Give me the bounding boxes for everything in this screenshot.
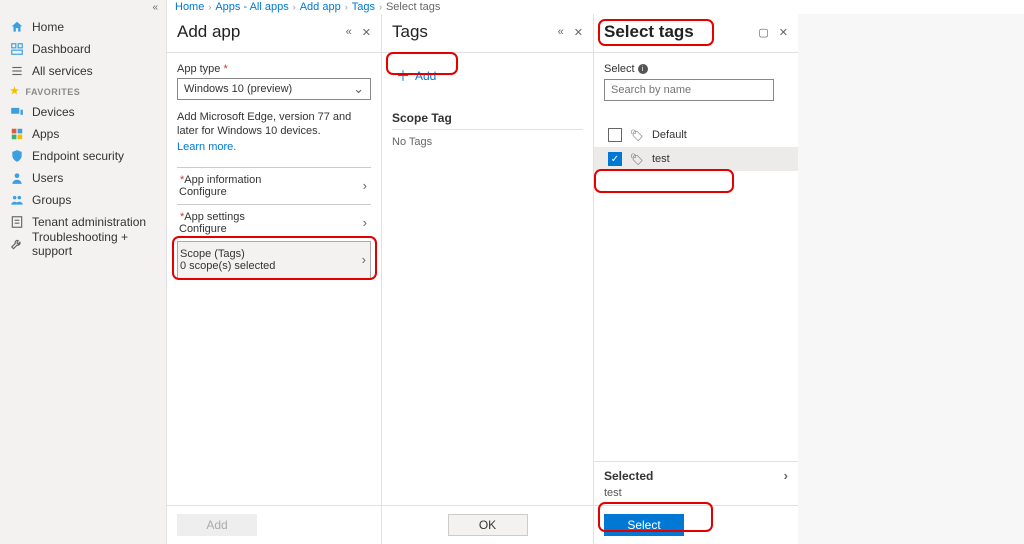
- blade-select-tags: Select tags ▢ ✕ Select i: [594, 14, 798, 544]
- tag-row-default[interactable]: 🏷 Default: [604, 123, 788, 147]
- content-area: Home › Apps - All apps › Add app › Tags › Se…: [167, 0, 1024, 544]
- sidebar-item-users[interactable]: Users: [0, 167, 166, 189]
- learn-more-link[interactable]: Learn more.: [177, 141, 371, 153]
- breadcrumb-link[interactable]: Add app: [300, 1, 341, 13]
- breadcrumb-current: Select tags: [386, 1, 440, 13]
- blade-tags: Tags « ✕ ＋ Add Scope Tag No Tags: [382, 14, 594, 544]
- blade-collapse[interactable]: «: [346, 26, 352, 39]
- close-icon[interactable]: ✕: [362, 26, 371, 39]
- star-icon: ★: [10, 86, 19, 97]
- sidebar-item-label: All services: [32, 64, 93, 78]
- tag-icon: 🏷: [630, 129, 644, 142]
- dashboard-icon: [10, 42, 24, 56]
- selected-value: test: [604, 487, 788, 499]
- sidebar-item-label: Users: [32, 171, 63, 185]
- sidebar-item-label: Groups: [32, 193, 71, 207]
- sidebar: « Home Dashboard All services ★ FAVORITE…: [0, 0, 167, 544]
- blade-title: Add app: [177, 22, 240, 42]
- blade-title: Tags: [392, 22, 428, 42]
- tag-icon: 🏷: [630, 153, 644, 166]
- blade-add-app: Add app « ✕ App type * Windows 10 (previ…: [167, 14, 382, 544]
- plus-icon: ＋: [396, 66, 410, 86]
- ok-button[interactable]: OK: [448, 514, 528, 536]
- chevron-right-icon: ›: [345, 2, 348, 12]
- shield-icon: [10, 149, 24, 163]
- scope-tag-header: Scope Tag: [392, 111, 583, 130]
- chevron-right-icon: ›: [362, 252, 366, 267]
- favorites-header: ★ FAVORITES: [0, 82, 166, 101]
- sidebar-item-label: Troubleshooting + support: [32, 230, 166, 258]
- select-button[interactable]: Select: [604, 514, 684, 536]
- chevron-right-icon: ›: [379, 2, 382, 12]
- sidebar-item-label: Tenant administration: [32, 215, 146, 229]
- sidebar-item-apps[interactable]: Apps: [0, 123, 166, 145]
- maximize-icon[interactable]: ▢: [758, 26, 768, 39]
- select-label: Select i: [604, 63, 788, 75]
- add-button[interactable]: Add: [177, 514, 257, 536]
- sidebar-item-label: Home: [32, 20, 64, 34]
- app-type-dropdown[interactable]: Windows 10 (preview) ⌄: [177, 78, 371, 100]
- sidebar-item-label: Endpoint security: [32, 149, 124, 163]
- info-icon[interactable]: i: [638, 64, 648, 74]
- add-tag-link[interactable]: ＋ Add: [392, 63, 583, 89]
- blade-collapse[interactable]: «: [558, 26, 564, 39]
- no-tags-text: No Tags: [392, 130, 583, 148]
- sidebar-item-troubleshoot[interactable]: Troubleshooting + support: [0, 233, 166, 255]
- section-app-information[interactable]: *App information Configure ›: [177, 167, 371, 204]
- chevron-right-icon: ›: [293, 2, 296, 12]
- chevron-right-icon: ›: [363, 178, 367, 193]
- group-icon: [10, 193, 24, 207]
- sidebar-item-groups[interactable]: Groups: [0, 189, 166, 211]
- section-scope-tags[interactable]: Scope (Tags) 0 scope(s) selected ›: [177, 241, 371, 279]
- apps-icon: [10, 127, 24, 141]
- sidebar-collapse[interactable]: «: [0, 2, 166, 16]
- sidebar-item-devices[interactable]: Devices: [0, 101, 166, 123]
- devices-icon: [10, 105, 24, 119]
- close-icon[interactable]: ✕: [779, 26, 788, 39]
- sidebar-item-all-services[interactable]: All services: [0, 60, 166, 82]
- selected-label: Selected: [604, 469, 653, 483]
- sidebar-item-label: Dashboard: [32, 42, 91, 56]
- tag-row-test[interactable]: ✓ 🏷 test: [594, 147, 798, 171]
- sidebar-item-home[interactable]: Home: [0, 16, 166, 38]
- chevron-right-icon[interactable]: ›: [784, 468, 788, 483]
- list-icon: [10, 64, 24, 78]
- home-icon: [10, 20, 24, 34]
- close-icon[interactable]: ✕: [574, 26, 583, 39]
- sidebar-item-dashboard[interactable]: Dashboard: [0, 38, 166, 60]
- blade-title: Select tags: [604, 22, 694, 42]
- breadcrumb: Home › Apps - All apps › Add app › Tags › Se…: [167, 0, 1024, 14]
- app-type-label: App type *: [177, 63, 371, 75]
- selected-section: Selected › test: [594, 461, 798, 505]
- blade-container: Add app « ✕ App type * Windows 10 (previ…: [167, 14, 1024, 544]
- sidebar-item-endpoint-security[interactable]: Endpoint security: [0, 145, 166, 167]
- app-type-info: Add Microsoft Edge, version 77 and later…: [177, 110, 371, 139]
- breadcrumb-link[interactable]: Tags: [352, 1, 375, 13]
- empty-area: [798, 14, 1024, 544]
- user-icon: [10, 171, 24, 185]
- search-input[interactable]: [604, 79, 774, 101]
- checkbox[interactable]: [608, 128, 622, 142]
- section-app-settings[interactable]: *App settings Configure ›: [177, 204, 371, 241]
- wrench-icon: [10, 237, 24, 251]
- breadcrumb-link[interactable]: Apps - All apps: [215, 1, 288, 13]
- chevron-down-icon: ⌄: [353, 81, 364, 97]
- checkbox-checked[interactable]: ✓: [608, 152, 622, 166]
- tenant-icon: [10, 215, 24, 229]
- chevron-right-icon: ›: [208, 2, 211, 12]
- sidebar-item-label: Devices: [32, 105, 75, 119]
- chevron-right-icon: ›: [363, 215, 367, 230]
- sidebar-item-label: Apps: [32, 127, 59, 141]
- breadcrumb-link[interactable]: Home: [175, 1, 204, 13]
